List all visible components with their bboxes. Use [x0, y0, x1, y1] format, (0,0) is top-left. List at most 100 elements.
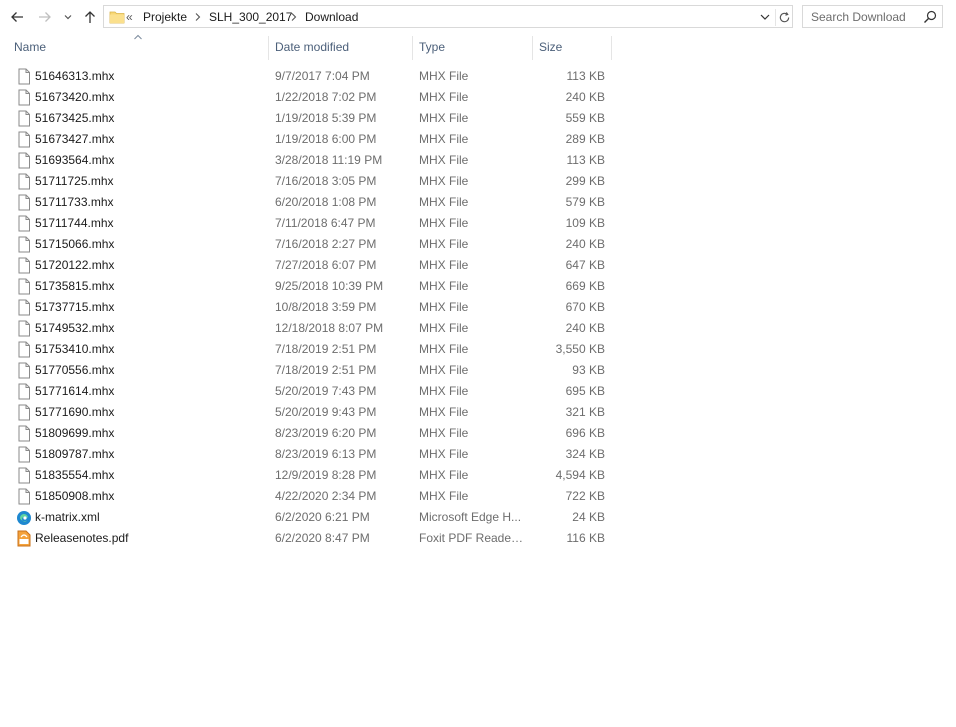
column-divider[interactable]: [532, 36, 533, 60]
forward-button[interactable]: [34, 6, 56, 28]
file-name[interactable]: 51646313.mhx: [35, 66, 114, 87]
file-name[interactable]: 51735815.mhx: [35, 276, 114, 297]
file-row[interactable]: 51711725.mhx 7/16/2018 3:05 PM MHX File 299…: [0, 171, 612, 192]
column-header-name[interactable]: Name: [14, 36, 46, 60]
file-size: 670 KB: [565, 300, 605, 314]
file-icon: [16, 320, 32, 337]
file-name[interactable]: 51711744.mhx: [35, 213, 114, 234]
file-name[interactable]: 51673425.mhx: [35, 108, 114, 129]
search-icon[interactable]: [923, 10, 937, 24]
file-size: 696 KB: [565, 426, 605, 440]
file-icon: [16, 68, 32, 85]
file-row[interactable]: 51673427.mhx 1/19/2018 6:00 PM MHX File 289…: [0, 129, 612, 150]
file-name[interactable]: 51711733.mhx: [35, 192, 114, 213]
breadcrumb-item-download[interactable]: Download: [305, 10, 358, 24]
file-row[interactable]: 51771690.mhx 5/20/2019 9:43 PM MHX File 321…: [0, 402, 612, 423]
file-icon: [16, 404, 32, 421]
file-row[interactable]: 51673420.mhx 1/22/2018 7:02 PM MHX File 240…: [0, 87, 612, 108]
refresh-button[interactable]: [775, 9, 792, 26]
file-row[interactable]: 51737715.mhx 10/8/2018 3:59 PM MHX File 670…: [0, 297, 612, 318]
back-button[interactable]: [6, 6, 28, 28]
file-name[interactable]: 51770556.mhx: [35, 360, 114, 381]
chevron-down-icon: [64, 15, 72, 20]
file-type: MHX File: [419, 153, 469, 167]
file-row[interactable]: 51850908.mhx 4/22/2020 2:34 PM MHX File 722…: [0, 486, 612, 507]
file-row[interactable]: 51749532.mhx 12/18/2018 8:07 PM MHX File 24…: [0, 318, 612, 339]
file-icon: [16, 173, 32, 190]
breadcrumb-item-projekte[interactable]: Projekte: [143, 10, 187, 24]
search-box[interactable]: Search Download: [802, 5, 943, 28]
file-name[interactable]: 51753410.mhx: [35, 339, 114, 360]
file-name[interactable]: 51711725.mhx: [35, 171, 114, 192]
chevron-right-icon[interactable]: [193, 9, 203, 25]
file-row[interactable]: 51720122.mhx 7/27/2018 6:07 PM MHX File 647…: [0, 255, 612, 276]
file-type: MHX File: [419, 363, 469, 377]
file-row[interactable]: 51771614.mhx 5/20/2019 7:43 PM MHX File 695…: [0, 381, 612, 402]
file-icon: [16, 131, 32, 148]
file-name[interactable]: 51809787.mhx: [35, 444, 114, 465]
column-header-type[interactable]: Type: [419, 36, 445, 60]
file-icon: [16, 110, 32, 127]
file-icon: [16, 257, 32, 274]
chevron-right-icon[interactable]: [289, 9, 299, 25]
file-row[interactable]: 51735815.mhx 9/25/2018 10:39 PM MHX File 66…: [0, 276, 612, 297]
file-row[interactable]: 51835554.mhx 12/9/2019 8:28 PM MHX File 4,5…: [0, 465, 612, 486]
file-row[interactable]: 51646313.mhx 9/7/2017 7:04 PM MHX File 113 …: [0, 66, 612, 87]
breadcrumb-item-slh-300-2017[interactable]: SLH_300_2017: [209, 10, 292, 24]
up-button[interactable]: [79, 6, 101, 28]
file-row[interactable]: 51809787.mhx 8/23/2019 6:13 PM MHX File 324…: [0, 444, 612, 465]
file-row[interactable]: 51711744.mhx 7/11/2018 6:47 PM MHX File 109…: [0, 213, 612, 234]
file-type: Microsoft Edge H...: [419, 510, 522, 524]
address-bar[interactable]: « Projekte SLH_300_2017 Download: [103, 5, 793, 28]
file-name[interactable]: 51749532.mhx: [35, 318, 114, 339]
file-name[interactable]: 51850908.mhx: [35, 486, 114, 507]
file-type: MHX File: [419, 90, 469, 104]
file-row[interactable]: k-matrix.xml 6/2/2020 6:21 PM Microsoft Ed…: [0, 507, 612, 528]
file-type: MHX File: [419, 279, 469, 293]
file-row[interactable]: 51753410.mhx 7/18/2019 2:51 PM MHX File 3,5…: [0, 339, 612, 360]
folder-icon: [109, 11, 125, 24]
column-header-date-modified[interactable]: Date modified: [275, 36, 349, 60]
chevron-down-icon[interactable]: [759, 11, 771, 23]
breadcrumb-overflow[interactable]: «: [126, 10, 133, 24]
column-header-size[interactable]: Size: [539, 36, 562, 60]
file-type: MHX File: [419, 111, 469, 125]
file-name[interactable]: 51737715.mhx: [35, 297, 114, 318]
file-name[interactable]: 51693564.mhx: [35, 150, 114, 171]
file-size: 324 KB: [565, 447, 605, 461]
file-icon: [16, 467, 32, 484]
file-name[interactable]: Releasenotes.pdf: [35, 528, 128, 549]
file-row[interactable]: 51673425.mhx 1/19/2018 5:39 PM MHX File 559…: [0, 108, 612, 129]
file-type: MHX File: [419, 321, 469, 335]
file-type: MHX File: [419, 237, 469, 251]
file-name[interactable]: 51720122.mhx: [35, 255, 114, 276]
file-row[interactable]: Releasenotes.pdf 6/2/2020 8:47 PM Foxit PD…: [0, 528, 612, 549]
file-row[interactable]: 51809699.mhx 8/23/2019 6:20 PM MHX File 696…: [0, 423, 612, 444]
column-divider[interactable]: [611, 36, 612, 60]
file-name[interactable]: 51771614.mhx: [35, 381, 114, 402]
file-date-modified: 8/23/2019 6:13 PM: [275, 447, 377, 461]
file-row[interactable]: 51770556.mhx 7/18/2019 2:51 PM MHX File 93 …: [0, 360, 612, 381]
file-size: 669 KB: [565, 279, 605, 293]
file-type: Foxit PDF Reader ...: [419, 531, 527, 545]
file-type: MHX File: [419, 384, 469, 398]
file-name[interactable]: 51673427.mhx: [35, 129, 114, 150]
file-size: 321 KB: [565, 405, 605, 419]
file-size: 113 KB: [566, 153, 605, 167]
file-row[interactable]: 51715066.mhx 7/16/2018 2:27 PM MHX File 240…: [0, 234, 612, 255]
recent-locations-button[interactable]: [58, 6, 78, 28]
file-type: MHX File: [419, 489, 469, 503]
column-divider[interactable]: [268, 36, 269, 60]
file-name[interactable]: 51715066.mhx: [35, 234, 114, 255]
file-type: MHX File: [419, 258, 469, 272]
file-name[interactable]: k-matrix.xml: [35, 507, 100, 528]
column-divider[interactable]: [412, 36, 413, 60]
file-size: 299 KB: [565, 174, 605, 188]
file-row[interactable]: 51711733.mhx 6/20/2018 1:08 PM MHX File 579…: [0, 192, 612, 213]
file-name[interactable]: 51771690.mhx: [35, 402, 114, 423]
file-name[interactable]: 51835554.mhx: [35, 465, 114, 486]
file-name[interactable]: 51809699.mhx: [35, 423, 114, 444]
file-date-modified: 8/23/2019 6:20 PM: [275, 426, 377, 440]
file-name[interactable]: 51673420.mhx: [35, 87, 114, 108]
file-row[interactable]: 51693564.mhx 3/28/2018 11:19 PM MHX File 11…: [0, 150, 612, 171]
